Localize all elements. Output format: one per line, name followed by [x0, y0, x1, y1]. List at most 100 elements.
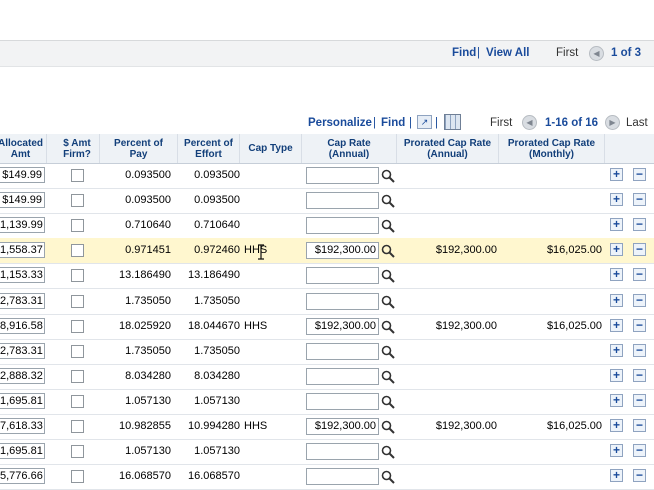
- allocated-amt-field[interactable]: $149.99: [0, 167, 45, 183]
- cap-rate-field[interactable]: [306, 192, 379, 210]
- magnifier-icon[interactable]: [381, 244, 395, 259]
- plus-icon[interactable]: +: [610, 393, 623, 407]
- minus-icon[interactable]: −: [633, 444, 646, 458]
- plus-icon[interactable]: +: [610, 419, 623, 432]
- table-row: 5,776.66 16.068570 16.068570 + −: [0, 464, 654, 490]
- allocated-amt-field[interactable]: 2,888.32: [0, 367, 45, 384]
- minus-icon[interactable]: −: [633, 168, 646, 181]
- allocated-amt-field[interactable]: 1,695.81: [0, 443, 45, 460]
- cap-rate-field[interactable]: [306, 167, 379, 184]
- percent-of-effort-value: 0.710640: [194, 219, 240, 232]
- col-prorated-monthly[interactable]: Prorated Cap Rate (Monthly): [499, 134, 605, 163]
- cap-type-value: [244, 364, 284, 389]
- magnifier-icon[interactable]: [381, 194, 395, 208]
- minus-icon[interactable]: −: [633, 393, 646, 407]
- next-arrow-icon[interactable]: ▶: [605, 115, 620, 130]
- minus-icon[interactable]: −: [633, 368, 646, 382]
- plus-icon[interactable]: +: [610, 444, 623, 458]
- col-prorated-annual[interactable]: Prorated Cap Rate (Annual): [397, 134, 499, 163]
- allocated-amt-field[interactable]: 1,153.33: [0, 267, 45, 284]
- amt-firm-checkbox[interactable]: [71, 244, 84, 258]
- col-cap-type[interactable]: Cap Type: [240, 134, 302, 163]
- minus-icon[interactable]: −: [633, 243, 646, 257]
- col-allocated-amt[interactable]: Allocated Amt: [0, 134, 47, 163]
- magnifier-icon[interactable]: [381, 295, 395, 309]
- col-cap-rate[interactable]: Cap Rate (Annual): [302, 134, 397, 163]
- amt-firm-checkbox[interactable]: [71, 219, 84, 233]
- view-all-link[interactable]: View All: [486, 47, 529, 59]
- amt-firm-checkbox[interactable]: [71, 294, 84, 308]
- magnifier-icon[interactable]: [381, 395, 395, 409]
- magnifier-icon[interactable]: [381, 219, 395, 233]
- magnifier-icon[interactable]: [381, 269, 395, 284]
- cap-rate-field[interactable]: [306, 443, 379, 461]
- minus-icon[interactable]: −: [633, 469, 646, 483]
- minus-icon[interactable]: −: [633, 419, 646, 432]
- plus-icon[interactable]: +: [610, 469, 623, 483]
- grid-find-link[interactable]: Find: [381, 117, 405, 129]
- col-percent-of-pay[interactable]: Percent of Pay: [100, 134, 178, 163]
- col-amt-firm[interactable]: $ Amt Firm?: [55, 134, 100, 163]
- cap-rate-field[interactable]: [306, 292, 379, 310]
- minus-icon[interactable]: −: [633, 293, 646, 307]
- amt-firm-checkbox[interactable]: [71, 369, 84, 383]
- plus-icon[interactable]: +: [610, 368, 623, 382]
- cap-rate-field[interactable]: [306, 468, 379, 486]
- cap-rate-field[interactable]: $192,300.00: [306, 418, 379, 435]
- magnifier-icon[interactable]: [381, 370, 395, 384]
- amt-firm-checkbox[interactable]: [71, 470, 84, 484]
- magnifier-icon[interactable]: [381, 420, 395, 434]
- minus-icon[interactable]: −: [633, 318, 646, 332]
- find-link[interactable]: Find: [452, 47, 476, 59]
- allocated-amt-field[interactable]: 1,139.99: [0, 217, 45, 234]
- amt-firm-checkbox[interactable]: [71, 394, 84, 408]
- allocated-amt-field[interactable]: 1,558.37: [0, 242, 45, 259]
- amt-firm-checkbox[interactable]: [71, 169, 84, 182]
- magnifier-icon[interactable]: [381, 445, 395, 459]
- cap-rate-field[interactable]: [306, 217, 379, 235]
- personalize-link[interactable]: Personalize: [308, 117, 372, 129]
- magnifier-icon[interactable]: [381, 470, 395, 484]
- amt-firm-checkbox[interactable]: [71, 269, 84, 283]
- cap-rate-field[interactable]: [306, 367, 379, 385]
- prev-arrow-icon[interactable]: ◀: [522, 115, 537, 130]
- allocated-amt-field[interactable]: 7,618.33: [0, 418, 45, 434]
- minus-icon[interactable]: −: [633, 193, 646, 207]
- magnifier-icon[interactable]: [381, 169, 395, 183]
- cap-rate-field[interactable]: [306, 392, 379, 410]
- plus-icon[interactable]: +: [610, 343, 623, 357]
- plus-icon[interactable]: +: [610, 168, 623, 181]
- cap-rate-field[interactable]: $192,300.00: [306, 242, 379, 260]
- allocated-amt-field[interactable]: 5,776.66: [0, 468, 45, 485]
- plus-icon[interactable]: +: [610, 218, 623, 232]
- allocated-amt-field[interactable]: 2,783.31: [0, 342, 45, 359]
- amt-firm-checkbox[interactable]: [71, 344, 84, 358]
- cap-rate-field[interactable]: $192,300.00: [306, 317, 379, 335]
- cap-rate-field[interactable]: [306, 267, 379, 285]
- cap-rate-field[interactable]: [306, 342, 379, 360]
- plus-icon[interactable]: +: [610, 293, 623, 307]
- prorated-monthly-value: $16,025.00: [546, 319, 602, 332]
- col-percent-of-effort[interactable]: Percent of Effort: [178, 134, 240, 163]
- amt-firm-checkbox[interactable]: [71, 420, 84, 433]
- minus-icon[interactable]: −: [633, 343, 646, 357]
- allocated-amt-field[interactable]: 1,695.81: [0, 392, 45, 409]
- new-window-icon[interactable]: ↗: [417, 115, 432, 129]
- percent-of-pay-value: 0.971451: [125, 244, 171, 257]
- amt-firm-checkbox[interactable]: [71, 194, 84, 208]
- allocated-amt-field[interactable]: 2,783.31: [0, 292, 45, 309]
- amt-firm-checkbox[interactable]: [71, 445, 84, 459]
- plus-icon[interactable]: +: [610, 193, 623, 207]
- amt-firm-checkbox[interactable]: [71, 319, 84, 333]
- magnifier-icon[interactable]: [381, 345, 395, 359]
- plus-icon[interactable]: +: [610, 243, 623, 257]
- magnifier-icon[interactable]: [381, 320, 395, 334]
- download-grid-icon[interactable]: [444, 114, 461, 130]
- prev-arrow-icon[interactable]: ◀: [589, 46, 604, 61]
- minus-icon[interactable]: −: [633, 268, 646, 282]
- allocated-amt-field[interactable]: 8,916.58: [0, 317, 45, 334]
- plus-icon[interactable]: +: [610, 318, 623, 332]
- allocated-amt-field[interactable]: $149.99: [0, 192, 45, 209]
- plus-icon[interactable]: +: [610, 268, 623, 282]
- minus-icon[interactable]: −: [633, 218, 646, 232]
